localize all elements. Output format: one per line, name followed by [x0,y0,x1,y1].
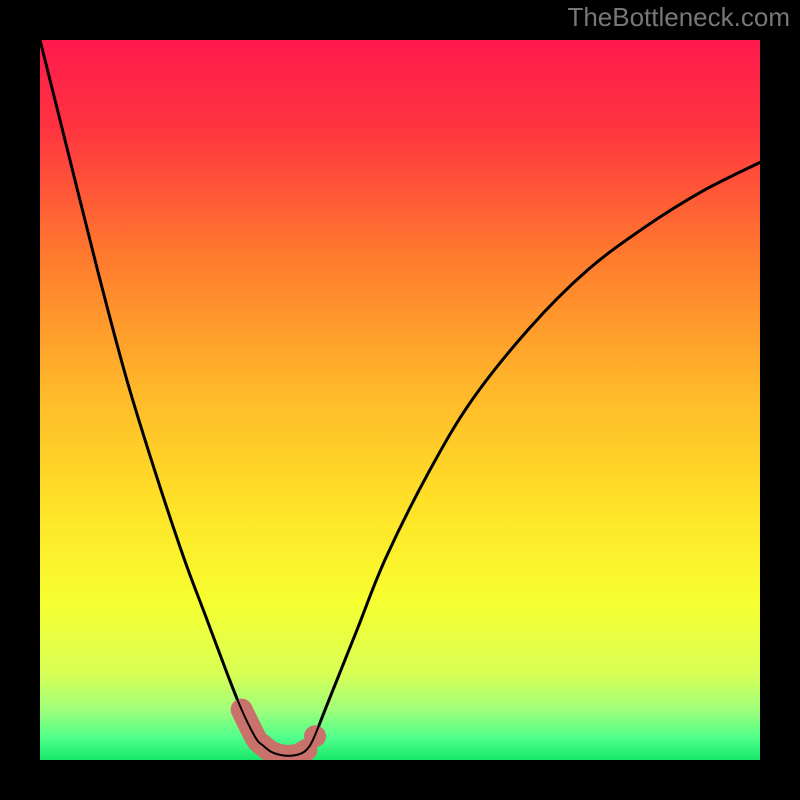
chart-frame: TheBottleneck.com [0,0,800,800]
gradient-background [40,40,760,760]
chart-svg [40,40,760,760]
plot-area [40,40,760,760]
watermark-text: TheBottleneck.com [567,2,790,33]
